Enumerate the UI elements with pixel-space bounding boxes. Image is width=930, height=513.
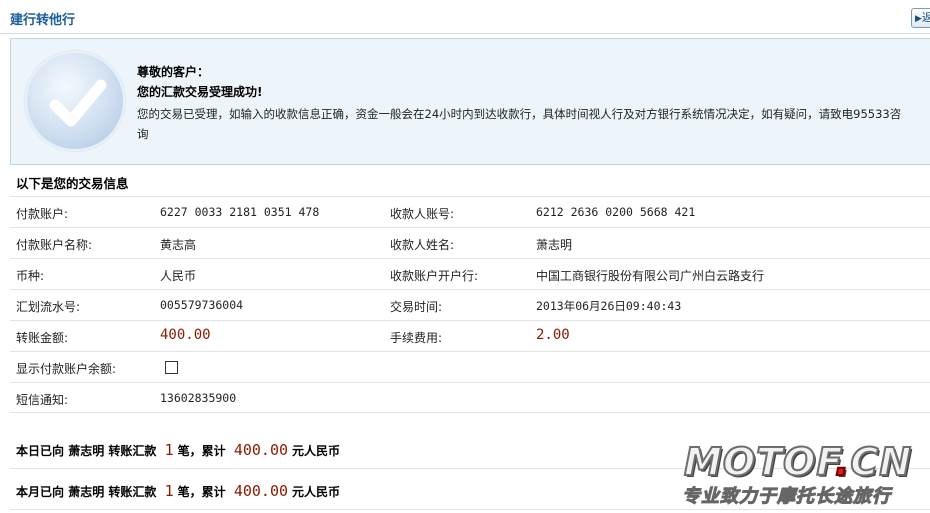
table-row: 短信通知: 13602835900 xyxy=(10,382,930,413)
table-row: 付款账户: 6227 0033 2181 0351 478 收款人账号: 621… xyxy=(10,196,930,227)
monthly-mid: 转账汇款 xyxy=(108,485,157,499)
sms-value: 13602835900 xyxy=(160,391,237,405)
page-title: 建行转他行 xyxy=(10,13,76,28)
daily-mid: 转账汇款 xyxy=(108,444,157,458)
currency-label: 币种: xyxy=(16,269,45,283)
monthly-payee-name: 萧志明 xyxy=(68,485,105,499)
daily-unit: 笔，累计 xyxy=(177,444,226,458)
checkmark-circle-icon xyxy=(25,51,125,151)
watermark-slogan: 专业致力于摩托长途旅行 xyxy=(682,486,891,508)
daily-total: 400.00 xyxy=(233,441,289,459)
show-balance-label: 显示付款账户余额: xyxy=(16,362,117,376)
notice-detail: 您的交易已受理，如输入的收款信息正确，资金一般会在24小时内到达收款行，具体时间… xyxy=(137,107,902,141)
amount-value: 400.00 xyxy=(160,327,211,343)
table-row: 显示付款账户余额: xyxy=(10,351,930,382)
table-row: 转账金额: 400.00 手续费用: 2.00 xyxy=(10,320,930,351)
serial-value: 005579736004 xyxy=(160,298,244,312)
transaction-info-table: 付款账户: 6227 0033 2181 0351 478 收款人账号: 621… xyxy=(10,196,930,413)
monthly-count: 1 xyxy=(164,482,174,500)
payer-account-label: 付款账户: xyxy=(16,207,69,221)
monthly-unit: 笔，累计 xyxy=(177,485,226,499)
success-notice: 尊敬的客户： 您的汇款交易受理成功! 您的交易已受理，如输入的收款信息正确，资金… xyxy=(10,38,930,165)
fee-value: 2.00 xyxy=(536,327,570,343)
daily-prefix: 本日已向 xyxy=(16,444,65,458)
arrow-left-icon: ▶ xyxy=(915,14,922,24)
watermark-logo: MOTOF.CN xyxy=(683,439,913,485)
payee-name-label: 收款人姓名: xyxy=(390,238,455,252)
payee-bank-label: 收款账户开户行: xyxy=(390,269,479,283)
show-balance-checkbox[interactable] xyxy=(165,361,178,374)
daily-suffix: 元人民币 xyxy=(292,444,341,458)
daily-payee-name: 萧志明 xyxy=(68,444,105,458)
payee-bank-value: 中国工商银行股份有限公司广州白云路支行 xyxy=(536,269,765,283)
amount-label: 转账金额: xyxy=(16,331,69,345)
sms-label: 短信通知: xyxy=(16,393,69,407)
time-label: 交易时间: xyxy=(390,300,443,314)
watermark-logo-main: MOTOF xyxy=(683,439,835,485)
currency-value: 人民币 xyxy=(160,269,197,283)
fee-label: 手续费用: xyxy=(390,331,443,345)
table-row: 付款账户名称: 黄志高 收款人姓名: 萧志明 xyxy=(10,227,930,258)
payer-name-label: 付款账户名称: xyxy=(16,238,93,252)
daily-count: 1 xyxy=(164,441,174,459)
table-row: 币种: 人民币 收款账户开户行: 中国工商银行股份有限公司广州白云路支行 xyxy=(10,258,930,289)
monthly-prefix: 本月已向 xyxy=(16,485,65,499)
watermark-logo-tld: CN xyxy=(849,439,913,485)
return-label: 返回 xyxy=(922,11,930,24)
payee-account-value: 6212 2636 0200 5668 421 xyxy=(536,205,696,219)
payee-name-value: 萧志明 xyxy=(536,238,573,252)
time-value: 2013年06月26日09:40:43 xyxy=(536,299,682,313)
notice-result: 您的汇款交易受理成功! xyxy=(137,85,263,99)
return-button[interactable]: ▶返回 xyxy=(911,8,930,28)
payer-account-value: 6227 0033 2181 0351 478 xyxy=(160,205,320,219)
watermark: MOTOF.CN 专业致力于摩托长途旅行 xyxy=(680,439,930,510)
section-title: 以下是您的交易信息 xyxy=(16,176,129,191)
monthly-total: 400.00 xyxy=(233,482,289,500)
checkmark-icon xyxy=(49,79,107,127)
payee-account-label: 收款人账号: xyxy=(390,207,455,221)
payer-name-value: 黄志高 xyxy=(160,238,197,252)
notice-greeting: 尊敬的客户： xyxy=(137,65,210,79)
watermark-logo-dot: . xyxy=(834,439,851,485)
page-header: 建行转他行 ▶返回 xyxy=(0,0,930,34)
monthly-suffix: 元人民币 xyxy=(292,485,341,499)
daily-summary-text: 本日已向 萧志明 转账汇款 1 笔，累计 400.00 元人民币 xyxy=(16,441,340,459)
monthly-summary-text: 本月已向 萧志明 转账汇款 1 笔，累计 400.00 元人民币 xyxy=(16,482,340,500)
serial-label: 汇划流水号: xyxy=(16,300,81,314)
table-row: 汇划流水号: 005579736004 交易时间: 2013年06月26日09:… xyxy=(10,289,930,320)
